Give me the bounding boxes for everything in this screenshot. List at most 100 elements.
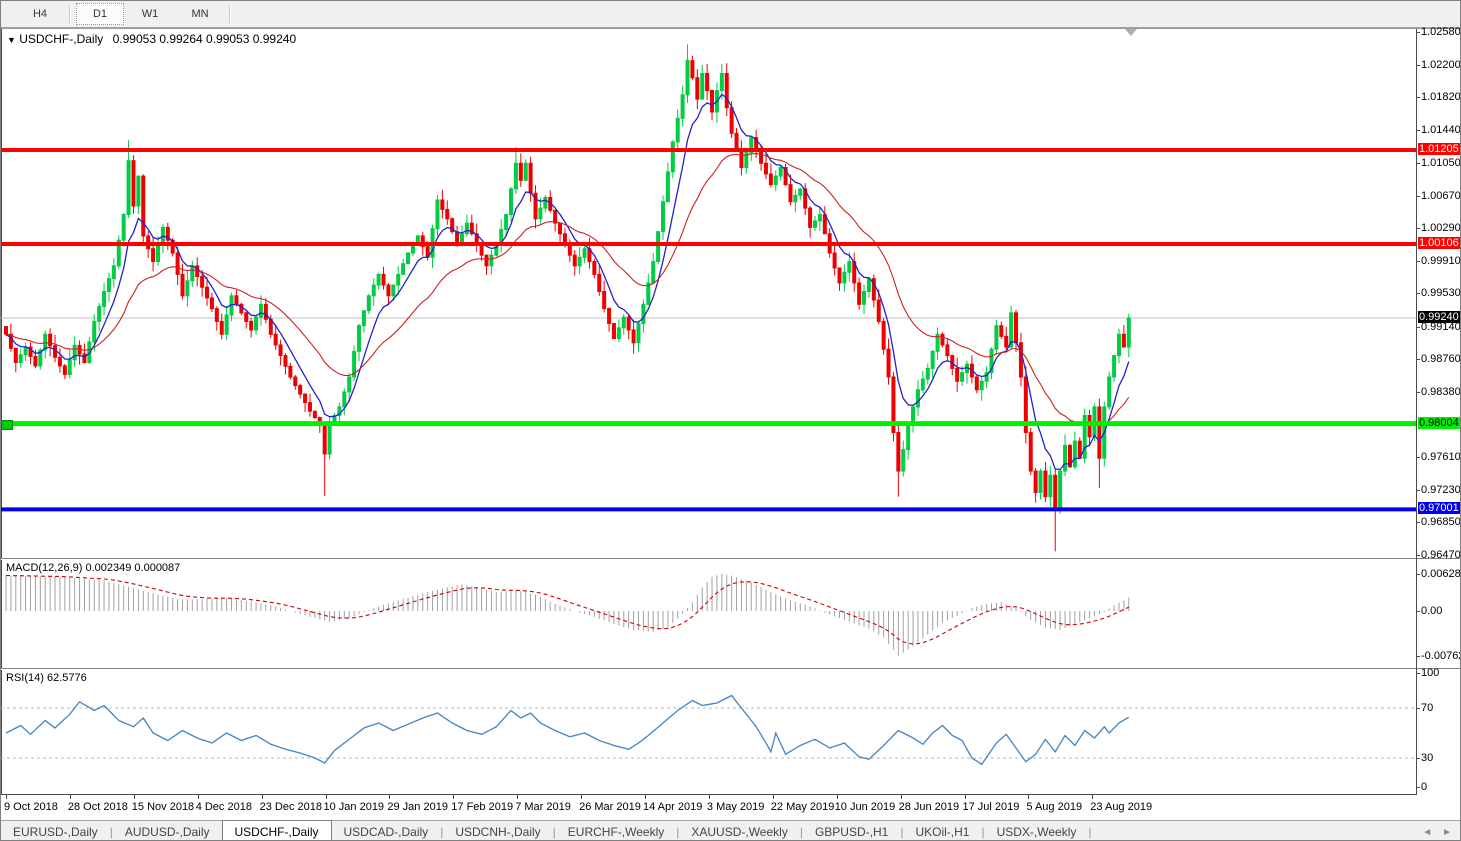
bear-candle (215, 309, 218, 322)
bear-candle (519, 163, 522, 180)
trading-terminal-window: H4D1W1MN ▼ USDCHF-,Daily 0.99053 0.99264… (0, 0, 1461, 841)
symbol-dropdown-triangle-icon[interactable]: ▼ (7, 35, 16, 45)
bear-candle (946, 345, 949, 356)
bear-candle (446, 209, 449, 218)
bull-candle (902, 450, 905, 471)
bear-candle (554, 210, 557, 223)
bull-candle (122, 215, 125, 241)
bear-candle (956, 368, 959, 381)
bear-candle (387, 285, 390, 296)
bull-candle (107, 279, 110, 292)
bull-candle (676, 118, 679, 142)
bear-candle (725, 73, 728, 107)
price-tick-label: 0.99910 (1421, 255, 1461, 267)
bull-candle (372, 285, 375, 296)
bull-candle (1108, 377, 1111, 407)
bull-candle (98, 306, 101, 321)
bear-candle (83, 354, 86, 363)
bear-candle (897, 433, 900, 471)
bull-candle (505, 215, 508, 230)
bear-candle (274, 334, 277, 345)
price-tick-label: 1.01440 (1421, 124, 1461, 136)
bull-candle (1113, 356, 1116, 377)
rsi-tick-label: 30 (1421, 752, 1461, 764)
bull-candle (867, 279, 870, 292)
bear-candle (250, 321, 253, 330)
bull-candle (259, 304, 262, 317)
bull-candle (642, 304, 645, 323)
bull-candle (931, 351, 934, 368)
bull-candle (681, 95, 684, 119)
bull-candle (995, 326, 998, 350)
bull-candle (362, 311, 365, 326)
bear-candle (769, 174, 772, 185)
bull-candle (813, 221, 816, 227)
price-tick-mark (1416, 327, 1420, 328)
bear-candle (627, 317, 630, 330)
bull-candle (980, 381, 983, 390)
bear-candle (887, 349, 890, 377)
bear-candle (308, 403, 311, 412)
price-tick-mark (1416, 359, 1420, 360)
bull-candle (402, 264, 405, 275)
bull-candle (794, 195, 797, 201)
bull-candle (1127, 318, 1130, 347)
price-tick-mark (1416, 228, 1420, 229)
bull-candle (255, 317, 258, 330)
bull-candle (671, 142, 674, 172)
bear-candle (210, 298, 213, 309)
bear-candle (941, 334, 944, 345)
bull-candle (637, 324, 640, 343)
bull-candle (647, 283, 650, 304)
bull-candle (137, 176, 140, 206)
bull-candle (916, 390, 919, 407)
bear-candle (480, 244, 483, 255)
bull-candle (720, 73, 723, 90)
bull-candle (127, 161, 130, 215)
bull-candle (68, 360, 71, 375)
bear-candle (235, 296, 238, 305)
bull-candle (583, 249, 586, 258)
bull-candle (578, 257, 581, 266)
bear-candle (1000, 326, 1003, 337)
bear-candle (1029, 433, 1032, 471)
bear-candle (176, 253, 179, 274)
bull-candle (622, 317, 625, 328)
bear-candle (764, 163, 767, 174)
price-tick-mark (1416, 522, 1420, 523)
bear-candle (245, 313, 248, 322)
bull-candle (465, 223, 468, 234)
bear-candle (14, 348, 17, 362)
bear-candle (696, 78, 699, 99)
bear-candle (975, 377, 978, 390)
bear-candle (823, 215, 826, 234)
bear-candle (382, 274, 385, 285)
bull-candle (328, 424, 331, 454)
bull-candle (19, 355, 22, 363)
bull-candle (348, 377, 351, 392)
price-tick-label: 1.00290 (1421, 222, 1461, 234)
support-line-handle[interactable] (1, 420, 13, 430)
price-tick-label: 0.98380 (1421, 386, 1461, 398)
bull-candle (358, 326, 361, 352)
bear-candle (833, 253, 836, 268)
price-tick-label: 0.99530 (1421, 287, 1461, 299)
bear-candle (809, 208, 812, 227)
bear-candle (142, 176, 145, 236)
bear-candle (706, 73, 709, 90)
bull-candle (377, 274, 380, 285)
bull-candle (686, 61, 689, 95)
price-tick-mark (1416, 261, 1420, 262)
bull-candle (843, 272, 846, 283)
macd-tick-mark (1416, 574, 1420, 575)
bear-candle (838, 268, 841, 283)
rsi-tick-mark (1416, 787, 1420, 788)
bull-candle (1039, 471, 1042, 492)
rsi-tick-label: 70 (1421, 702, 1461, 714)
bear-candle (612, 324, 615, 339)
rsi-tick-mark (1416, 708, 1420, 709)
bull-candle (103, 291, 106, 306)
bear-candle (279, 345, 282, 356)
bear-candle (294, 377, 297, 386)
bear-candle (882, 321, 885, 349)
